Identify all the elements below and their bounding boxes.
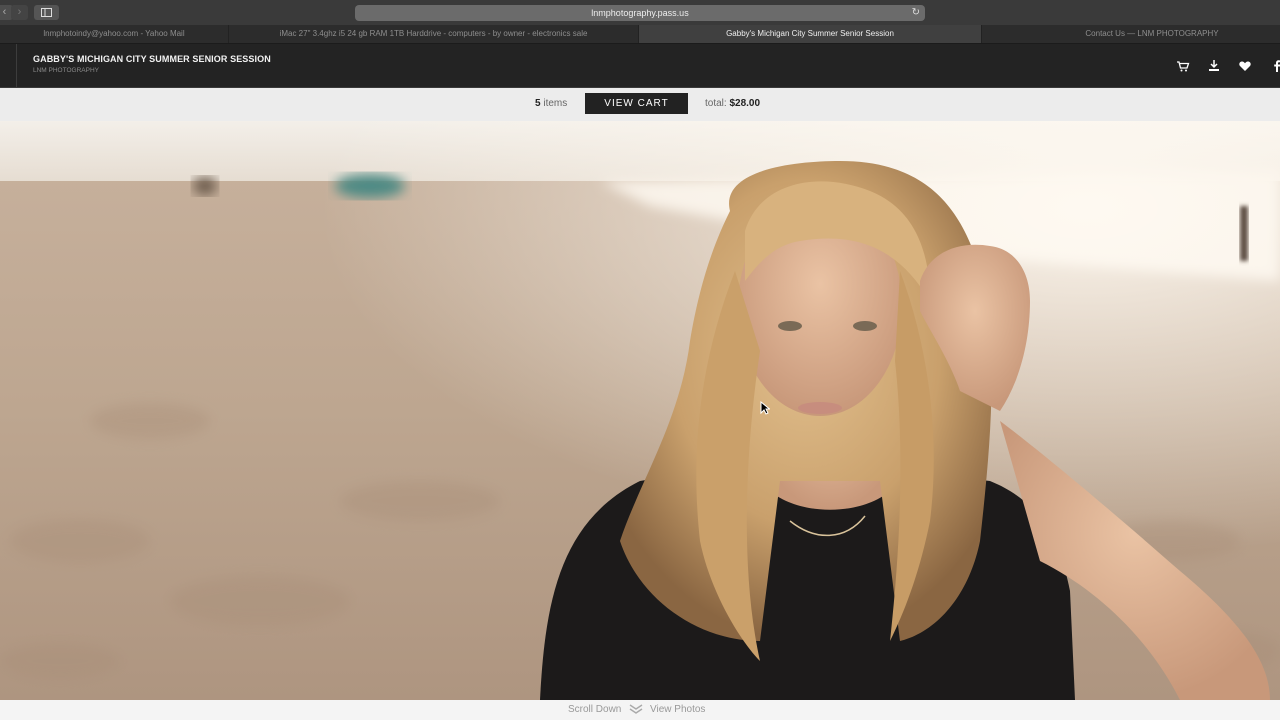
cart-item-count: 5 items [535, 98, 567, 109]
tab-bar: lnmphotoindy@yahoo.com - Yahoo Mail iMac… [0, 25, 1280, 44]
tab-craigslist-imac[interactable]: iMac 27" 3.4ghz i5 24 gb RAM 1TB Harddri… [229, 25, 639, 43]
sidebar-toggle-button[interactable] [34, 5, 59, 20]
items-label: items [543, 98, 568, 109]
gallery-title: GABBY'S MICHIGAN CITY SUMMER SENIOR SESS… [33, 54, 271, 64]
cart-total: total: $28.00 [705, 98, 760, 109]
address-bar[interactable]: lnmphotography.pass.us ↻ [355, 5, 925, 21]
tab-yahoo-mail[interactable]: lnmphotoindy@yahoo.com - Yahoo Mail [0, 25, 229, 43]
browser-toolbar: ‹ › lnmphotography.pass.us ↻ [0, 0, 1280, 25]
sidebar-icon [41, 8, 52, 17]
reload-icon[interactable]: ↻ [912, 5, 920, 21]
total-label: total: [705, 98, 727, 109]
chevron-down-icon[interactable] [629, 703, 643, 715]
tab-label: Gabby's Michigan City Summer Senior Sess… [726, 29, 894, 38]
view-cart-button[interactable]: VIEW CART [585, 93, 688, 114]
view-photos-link[interactable]: View Photos [650, 704, 705, 715]
hero-photo[interactable] [0, 121, 1280, 700]
tab-gallery[interactable]: Gabby's Michigan City Summer Senior Sess… [639, 25, 982, 43]
scroll-bar: Scroll Down View Photos [0, 700, 1280, 720]
cart-icon[interactable] [1176, 59, 1190, 73]
download-icon[interactable] [1207, 59, 1221, 73]
tab-contact[interactable]: Contact Us — LNM PHOTOGRAPHY [982, 25, 1280, 43]
heart-icon[interactable] [1238, 59, 1252, 73]
tab-label: lnmphotoindy@yahoo.com - Yahoo Mail [43, 29, 185, 38]
facebook-icon[interactable] [1270, 59, 1280, 73]
forward-button[interactable]: › [11, 5, 28, 20]
mouse-cursor-icon [760, 401, 770, 415]
url-text: lnmphotography.pass.us [591, 8, 689, 18]
tab-label: Contact Us — LNM PHOTOGRAPHY [1085, 29, 1219, 38]
item-count-value: 5 [535, 98, 541, 109]
tab-label: iMac 27" 3.4ghz i5 24 gb RAM 1TB Harddri… [279, 29, 588, 38]
beach-portrait-image [0, 121, 1280, 700]
studio-name: LNM PHOTOGRAPHY [33, 67, 99, 74]
site-header: GABBY'S MICHIGAN CITY SUMMER SENIOR SESS… [0, 44, 1280, 88]
header-divider [16, 44, 17, 87]
total-value: $28.00 [729, 98, 761, 109]
scroll-down-link[interactable]: Scroll Down [568, 704, 621, 715]
